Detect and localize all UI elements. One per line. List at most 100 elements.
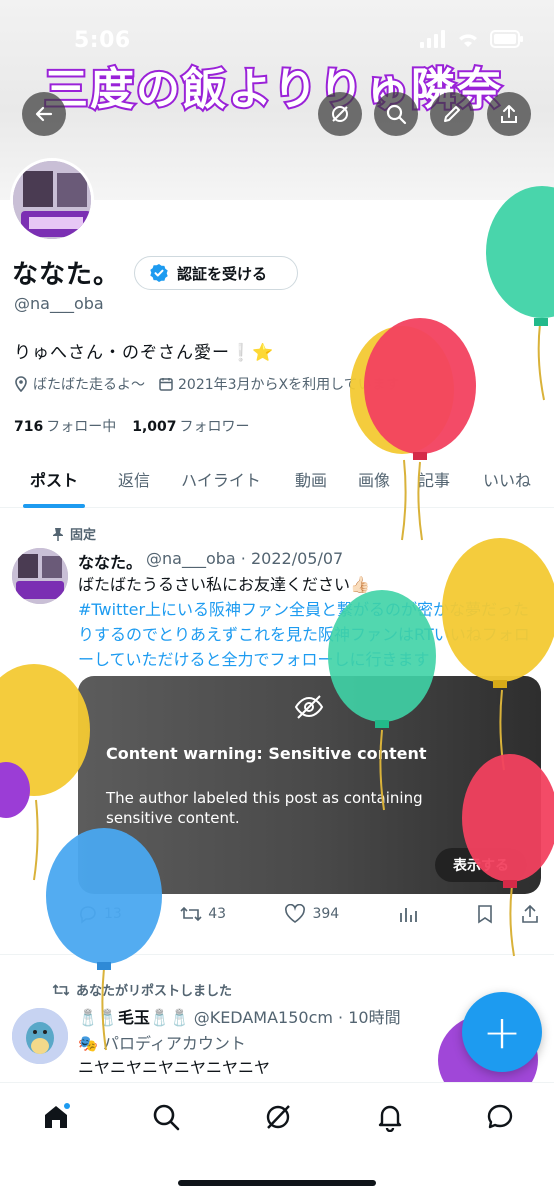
home-icon [45, 1103, 70, 1128]
tweet-divider [0, 954, 554, 955]
pinned-text: 固定 [70, 528, 97, 543]
tweet-avatar[interactable] [12, 1008, 68, 1064]
reply-icon [80, 906, 96, 924]
tweet-avatar-image [12, 548, 68, 604]
get-verified-label: 認証を受ける [177, 264, 268, 283]
heart-icon [285, 904, 306, 923]
tab-articles[interactable]: 記事 [408, 450, 460, 508]
retweet-count: 43 [208, 906, 227, 922]
nav-home[interactable] [36, 1097, 76, 1137]
nav-search[interactable] [146, 1097, 186, 1137]
profile-tabs: ポスト 返信 ハイライト 動画 画像 記事 いいね [0, 450, 554, 508]
tweet-header: ななた。 @na___oba · 2022/05/07 [78, 549, 343, 573]
tweet-handle-date: @na___oba · 2022/05/07 [146, 549, 344, 568]
tab-images[interactable]: 画像 [340, 450, 408, 508]
reply-button[interactable]: 13 [78, 904, 122, 924]
joined-text: 2021年3月からXを利用しています [178, 377, 400, 393]
grok-icon [332, 106, 348, 122]
avatar-image [13, 161, 91, 239]
repost-text: あなたがリポストしました [76, 984, 233, 999]
followers-link[interactable]: 1,007 フォロワー [132, 416, 249, 436]
tweet-extra-actions [476, 904, 540, 924]
content-warning-card: Content warning: Sensitive content The a… [78, 676, 541, 894]
tab-replies[interactable]: 返信 [108, 450, 160, 508]
location-text: ばたばた走るよ〜 [33, 377, 145, 393]
share-icon [501, 105, 517, 123]
pencil-icon [444, 106, 460, 122]
nav-grok[interactable] [258, 1097, 298, 1137]
share-button[interactable] [487, 92, 531, 136]
profile-handle: @na___oba [14, 294, 104, 313]
tweet-line: ばたばたうるさい私にお友達ください👍🏻 [78, 575, 370, 594]
profile-meta: ばたばた走るよ〜 2021年3月からXを利用しています [14, 374, 400, 394]
grok-icon [266, 1105, 290, 1129]
tweet-header: 🧂🧂毛玉🧂🧂 @KEDAMA150cm · 10時間 [78, 1004, 401, 1028]
bookmark-icon[interactable] [476, 904, 494, 924]
tweet-author-name[interactable]: ななた。 [78, 549, 142, 573]
balloon-teal-right [486, 186, 554, 401]
reply-count: 13 [104, 906, 122, 922]
followers-count: 1,007 [132, 419, 177, 435]
back-button[interactable] [22, 92, 66, 136]
nav-notifications[interactable] [370, 1097, 410, 1137]
warning-body: The author labeled this post as containi… [106, 789, 423, 827]
following-label: フォロー中 [46, 419, 117, 435]
arrow-left-icon [35, 106, 53, 122]
display-name: ななた。 [12, 260, 121, 290]
eye-off-icon [294, 695, 324, 719]
edit-button[interactable] [430, 92, 474, 136]
views-button[interactable] [398, 904, 418, 924]
verified-badge-icon [150, 264, 168, 282]
tweet-author-name[interactable]: 🧂🧂毛玉🧂🧂 [78, 1004, 190, 1028]
pin-icon [53, 527, 63, 541]
location-pin-icon [15, 376, 27, 392]
followers-label: フォロワー [179, 419, 250, 435]
nav-messages[interactable] [480, 1097, 520, 1137]
tab-likes[interactable]: いいね [460, 450, 554, 508]
tweet-hashtag[interactable]: #Twitter上にいる阪神ファン全員と繋がるのが密かな夢だったりするのでとりあ… [78, 597, 538, 672]
search-button[interactable] [374, 92, 418, 136]
compose-button[interactable]: + [462, 992, 542, 1072]
tweet-actions: 13 43 394 [78, 904, 540, 924]
following-link[interactable]: 716 フォロー中 [14, 416, 116, 436]
get-verified-button[interactable]: 認証を受ける [134, 256, 298, 290]
tab-highlights[interactable]: ハイライト [160, 450, 282, 508]
tab-posts[interactable]: ポスト [0, 450, 108, 508]
warning-title: Content warning: Sensitive content [106, 744, 427, 763]
search-icon [153, 1104, 180, 1131]
views-icon [399, 908, 417, 922]
repost-label: あなたがリポストしました [52, 980, 232, 999]
retweet-icon [52, 983, 70, 996]
balloon-yellow-left [0, 664, 90, 881]
battery-icon [490, 30, 523, 48]
grok-button[interactable] [318, 92, 362, 136]
profile-bio: りゅへさん・のぞさん愛ー❕⭐ [14, 343, 275, 363]
tab-videos[interactable]: 動画 [282, 450, 340, 508]
tweet-text: ばたばたうるさい私にお友達ください👍🏻 #Twitter上にいる阪神ファン全員と… [78, 572, 538, 672]
like-count: 394 [312, 906, 340, 922]
following-count: 716 [14, 419, 44, 435]
status-time: 5:06 [74, 28, 131, 53]
status-icons [420, 30, 524, 48]
profile-avatar[interactable] [10, 158, 94, 242]
joined-item: 2021年3月からXを利用しています [159, 374, 400, 394]
pinned-label: 固定 [52, 524, 96, 543]
like-button[interactable]: 394 [284, 904, 339, 924]
parody-label: 🎭 パロディアカウント [78, 1034, 246, 1053]
tweet-text: ニヤニヤニヤニヤニヤニヤ [78, 1058, 271, 1077]
bell-icon [378, 1105, 402, 1132]
show-content-button[interactable]: 表示する [435, 848, 527, 882]
share-icon[interactable] [520, 904, 540, 924]
follow-stats: 716 フォロー中 1,007 フォロワー [14, 416, 250, 436]
home-indicator [178, 1180, 376, 1186]
tweet-handle-time: @KEDAMA150cm · 10時間 [193, 1008, 401, 1027]
tweet-avatar[interactable] [12, 548, 68, 604]
location-item: ばたばた走るよ〜 [14, 374, 145, 394]
retweet-button[interactable]: 43 [180, 904, 226, 924]
signal-icon [420, 30, 445, 48]
messages-icon [487, 1104, 513, 1129]
search-icon [386, 104, 407, 125]
tweet-avatar-image [12, 1008, 68, 1064]
calendar-icon [159, 378, 173, 391]
retweet-icon [180, 906, 202, 922]
